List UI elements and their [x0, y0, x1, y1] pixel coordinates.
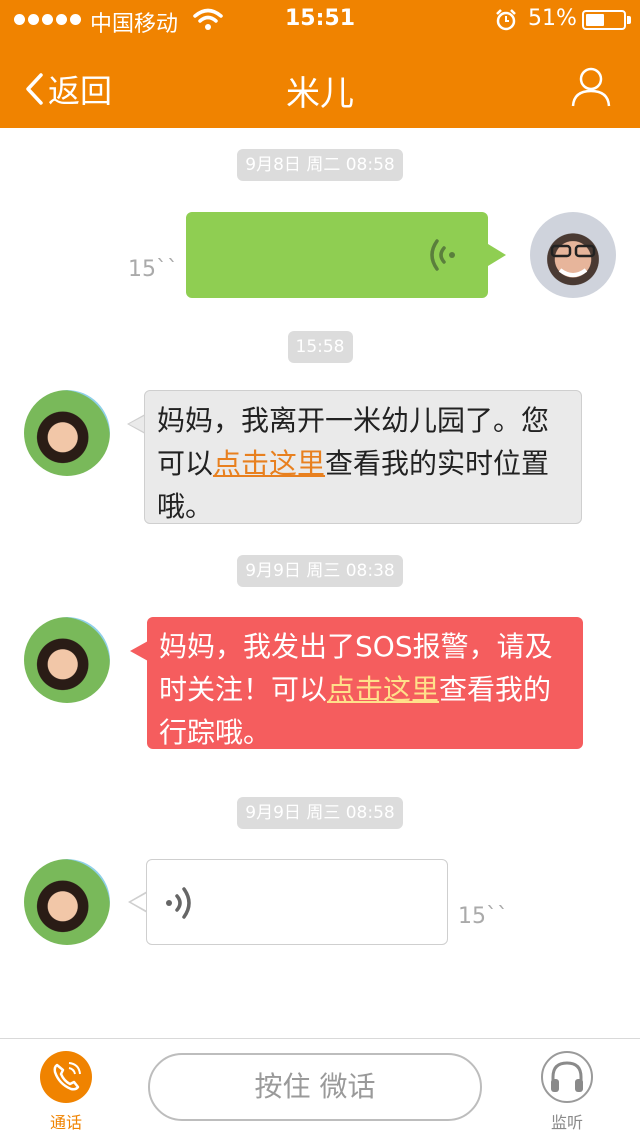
bubble-tail: [488, 244, 506, 266]
voice-duration: 15``: [128, 257, 178, 282]
child-avatar[interactable]: [24, 617, 110, 703]
user-avatar[interactable]: [530, 212, 616, 298]
top-bar: 中国移动 15:51 51% 返回 米儿: [0, 0, 640, 128]
message-text: 妈妈，我离开一米幼儿园了。您可以点击这里查看我的实时位置哦。: [157, 404, 550, 523]
voice-wave-icon: [430, 239, 455, 271]
view-track-link[interactable]: 点击这里: [327, 673, 439, 706]
outgoing-voice-bubble[interactable]: [186, 212, 488, 298]
child-avatar[interactable]: [24, 859, 110, 945]
alarm-icon: [496, 9, 516, 31]
hold-to-talk-button[interactable]: 按住 微话: [148, 1053, 482, 1121]
headphones-icon: [541, 1051, 593, 1103]
incoming-text-bubble: 妈妈，我离开一米幼儿园了。您可以点击这里查看我的实时位置哦。: [144, 390, 582, 524]
bottom-toolbar: 通话 按住 微话 监听: [0, 1038, 640, 1137]
view-location-link[interactable]: 点击这里: [213, 447, 325, 480]
message-timestamp: 9月9日 周三 08:38: [0, 555, 640, 587]
avatar-face-icon: [550, 244, 596, 277]
message-timestamp: 9月9日 周三 08:58: [0, 797, 640, 829]
battery-percent: 51%: [528, 6, 577, 31]
child-avatar[interactable]: [24, 390, 110, 476]
incoming-voice-bubble[interactable]: [146, 859, 448, 945]
tab-call-label: 通话: [49, 1113, 82, 1132]
message-timestamp: 15:58: [0, 331, 640, 363]
tab-listen-label: 监听: [550, 1113, 583, 1132]
bubble-tail: [130, 641, 148, 661]
message-text: 妈妈，我发出了SOS报警，请及时关注！可以点击这里查看我的行踪哦。: [159, 630, 553, 749]
phone-icon: [40, 1051, 92, 1103]
battery-tip: [627, 16, 631, 24]
status-bar: 中国移动 15:51 51%: [0, 0, 640, 40]
tab-listen[interactable]: 监听: [527, 1051, 607, 1133]
battery-icon: [582, 10, 626, 30]
voice-wave-icon: [166, 887, 191, 919]
page-title: 米儿: [286, 74, 354, 114]
message-timestamp: 9月8日 周二 08:58: [0, 149, 640, 181]
tab-call[interactable]: 通话: [26, 1051, 106, 1133]
sos-alert-bubble: 妈妈，我发出了SOS报警，请及时关注！可以点击这里查看我的行踪哦。: [147, 617, 583, 749]
voice-duration: 15``: [458, 904, 508, 929]
person-icon[interactable]: [570, 66, 612, 108]
